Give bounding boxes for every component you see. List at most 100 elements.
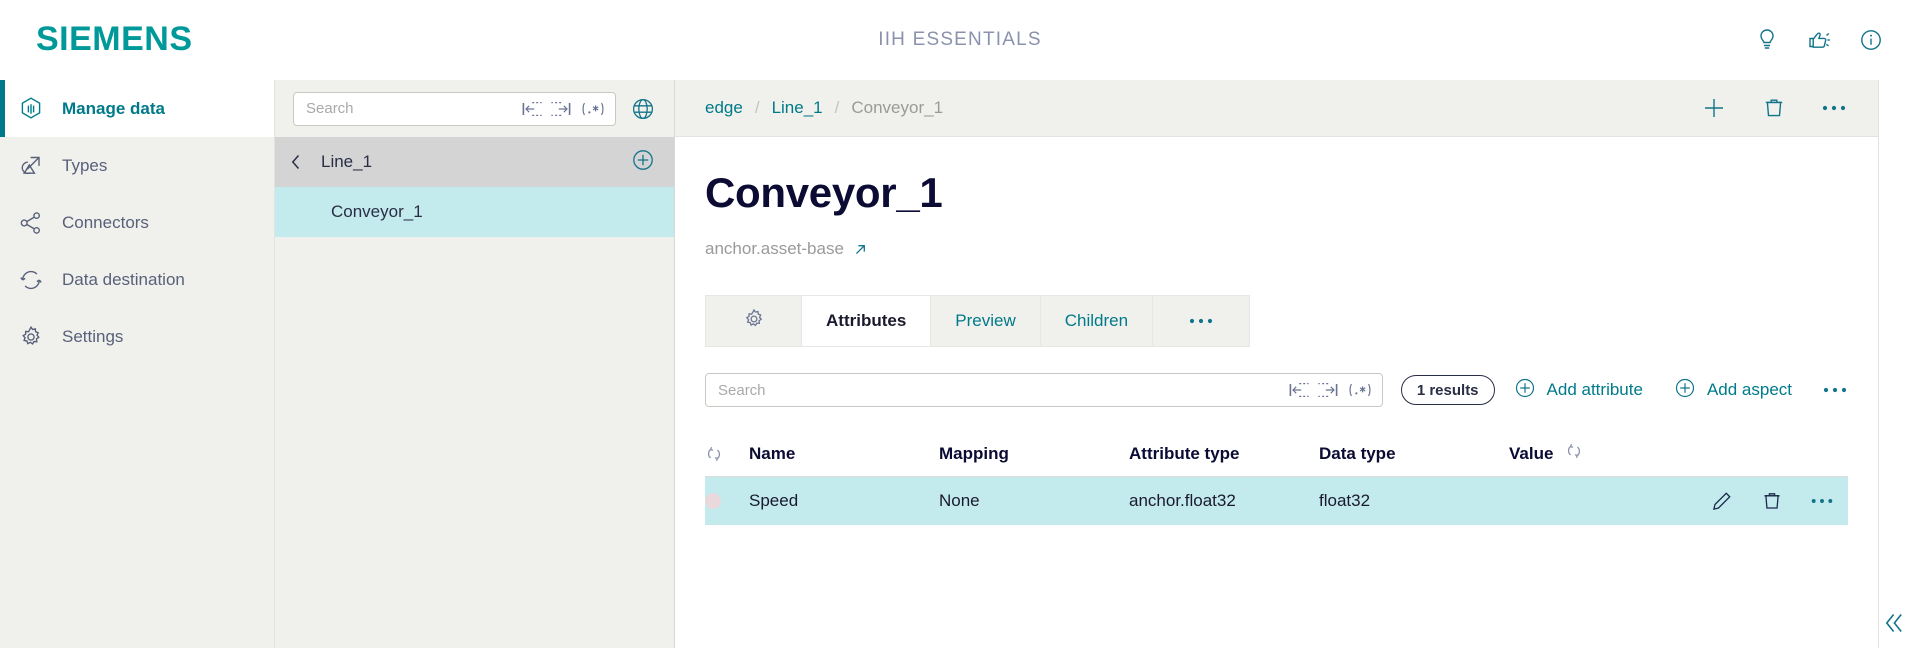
- add-circle-icon: [1673, 376, 1697, 405]
- sidebar-item-label: Manage data: [62, 98, 165, 118]
- table-row[interactable]: Speed None anchor.float32 float32: [705, 477, 1848, 525]
- breadcrumb-separator: /: [834, 98, 840, 117]
- tree-panel: Search Line_1 Conveyor_1: [275, 80, 675, 648]
- match-end-icon[interactable]: [550, 101, 572, 117]
- attributes-search-placeholder: Search: [718, 381, 766, 399]
- sidebar-item-data-destination[interactable]: Data destination: [0, 251, 274, 308]
- regex-icon[interactable]: [1346, 382, 1374, 398]
- column-header-name[interactable]: Name: [749, 444, 939, 464]
- chevron-left-icon[interactable]: [289, 152, 311, 172]
- match-end-icon[interactable]: [1317, 382, 1339, 398]
- sidebar-item-settings[interactable]: Settings: [0, 308, 274, 365]
- attributes-more-icon[interactable]: [1822, 385, 1848, 395]
- add-circle-icon[interactable]: [630, 147, 656, 178]
- data-destination-icon: [18, 267, 52, 293]
- breadcrumb-separator: /: [754, 98, 760, 117]
- collapse-left-icon[interactable]: [1880, 608, 1906, 638]
- sidebar-item-connectors[interactable]: Connectors: [0, 194, 274, 251]
- tab-preview[interactable]: Preview: [931, 296, 1041, 346]
- sort-icon[interactable]: [1565, 442, 1583, 465]
- settings-icon: [18, 324, 52, 350]
- add-attribute-label: Add attribute: [1546, 380, 1643, 399]
- gear-icon: [742, 307, 766, 336]
- tab-settings[interactable]: [706, 296, 802, 346]
- info-icon[interactable]: [1858, 27, 1884, 53]
- tab-attributes[interactable]: Attributes: [802, 296, 932, 346]
- tab-more[interactable]: [1153, 296, 1249, 346]
- table-header-row: Name Mapping Attribute type Data type Va…: [705, 431, 1848, 477]
- tree-search-placeholder: Search: [306, 100, 354, 117]
- tree-node-conveyor-1[interactable]: Conveyor_1: [275, 187, 674, 237]
- add-aspect-label: Add aspect: [1706, 380, 1792, 399]
- sidebar-item-types[interactable]: Types: [0, 137, 274, 194]
- page-subtitle: anchor.asset-base: [705, 239, 1878, 259]
- cell-name: Speed: [749, 491, 799, 510]
- tree-node-label: Conveyor_1: [331, 202, 423, 221]
- page-title: Conveyor_1: [705, 169, 943, 216]
- match-start-icon[interactable]: [1288, 382, 1310, 398]
- top-header: SIEMENS IIH ESSENTIALS: [0, 0, 1920, 80]
- app-title: IIH ESSENTIALS: [878, 28, 1042, 50]
- lightbulb-icon[interactable]: [1754, 27, 1780, 53]
- delete-icon[interactable]: [1760, 489, 1784, 513]
- breadcrumb-item-edge[interactable]: edge: [705, 98, 743, 118]
- row-status-dot: [705, 493, 749, 509]
- detail-content: Conveyor_1 anchor.asset-base Attributes …: [675, 137, 1878, 648]
- types-icon: [18, 153, 52, 179]
- column-header-value[interactable]: Value: [1509, 444, 1553, 464]
- results-badge: 1 results: [1400, 375, 1495, 405]
- sidebar-item-label: Data destination: [62, 269, 185, 289]
- attributes-actions: Add attribute Add aspect: [1513, 376, 1848, 405]
- feedback-icon[interactable]: [1806, 27, 1832, 53]
- add-aspect-button[interactable]: Add aspect: [1673, 376, 1792, 405]
- more-icon[interactable]: [1810, 496, 1834, 506]
- header-icon-group: [1754, 27, 1884, 53]
- siemens-logo: SIEMENS: [36, 20, 193, 58]
- globe-icon[interactable]: [630, 96, 656, 122]
- edit-icon[interactable]: [1710, 489, 1734, 513]
- main-panel: edge / Line_1 / Conveyor_1 Conveyor_1 an…: [675, 80, 1878, 648]
- tree-search-options: [521, 101, 607, 117]
- breadcrumb-actions: [1700, 94, 1848, 122]
- tab-children[interactable]: Children: [1041, 296, 1154, 346]
- right-rail: [1878, 80, 1920, 648]
- column-header-attribute-type[interactable]: Attribute type: [1129, 444, 1319, 464]
- sidebar-item-label: Connectors: [62, 212, 149, 232]
- match-start-icon[interactable]: [521, 101, 543, 117]
- page-subtitle-label: anchor.asset-base: [705, 239, 844, 258]
- breadcrumb-item-conveyor-1: Conveyor_1: [851, 98, 944, 117]
- attributes-search-input[interactable]: Search: [705, 373, 1383, 407]
- tree-parent-label: Line_1: [321, 152, 373, 171]
- cell-mapping: None: [939, 491, 980, 510]
- sidebar-item-label: Settings: [62, 326, 124, 346]
- breadcrumb: edge / Line_1 / Conveyor_1: [705, 98, 943, 118]
- attributes-search-options: [1288, 382, 1374, 398]
- cell-data-type: float32: [1319, 491, 1371, 510]
- application-body: Manage data Types Connectors Data destin…: [0, 80, 1920, 648]
- cell-attribute-type: anchor.float32: [1129, 491, 1236, 510]
- application-window: SIEMENS IIH ESSENTIALS Manage data Types…: [0, 0, 1920, 648]
- sidebar-item-label: Types: [62, 155, 108, 175]
- column-header-value-group: Value: [1509, 442, 1718, 465]
- tree-search-row: Search: [275, 80, 674, 137]
- add-attribute-button[interactable]: Add attribute: [1513, 376, 1643, 405]
- column-header-data-type[interactable]: Data type: [1319, 444, 1509, 464]
- sidebar-item-manage-data[interactable]: Manage data: [0, 80, 274, 137]
- manage-data-icon: [18, 96, 52, 122]
- detail-tabs: Attributes Preview Children: [705, 295, 1251, 347]
- breadcrumb-item-line-1[interactable]: Line_1: [772, 98, 823, 118]
- tree-search-input[interactable]: Search: [293, 91, 616, 126]
- connectors-icon: [18, 210, 52, 236]
- add-icon[interactable]: [1700, 94, 1728, 122]
- external-link-icon[interactable]: [853, 242, 868, 257]
- attributes-toolbar: Search 1 results Add attribute Add aspec…: [705, 373, 1848, 407]
- regex-icon[interactable]: [579, 101, 607, 117]
- row-actions: [1713, 489, 1848, 513]
- delete-icon[interactable]: [1760, 94, 1788, 122]
- column-header-mapping[interactable]: Mapping: [939, 444, 1129, 464]
- attributes-table: Name Mapping Attribute type Data type Va…: [705, 431, 1848, 525]
- more-icon[interactable]: [1820, 94, 1848, 122]
- sort-icon[interactable]: [705, 445, 749, 463]
- tree-parent-header[interactable]: Line_1: [275, 137, 674, 187]
- sidebar-nav: Manage data Types Connectors Data destin…: [0, 80, 275, 648]
